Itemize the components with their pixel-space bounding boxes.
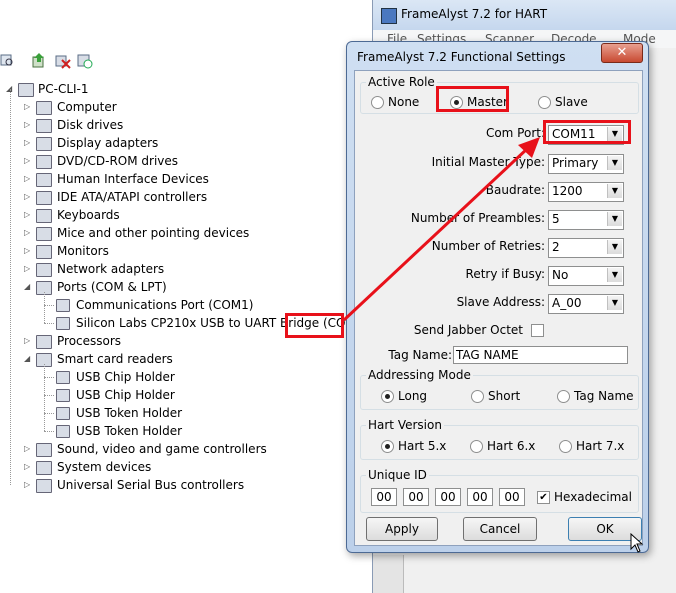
annotation-arrow [342,137,540,322]
arrow-line [342,146,530,322]
mouse-cursor-icon [630,533,644,553]
